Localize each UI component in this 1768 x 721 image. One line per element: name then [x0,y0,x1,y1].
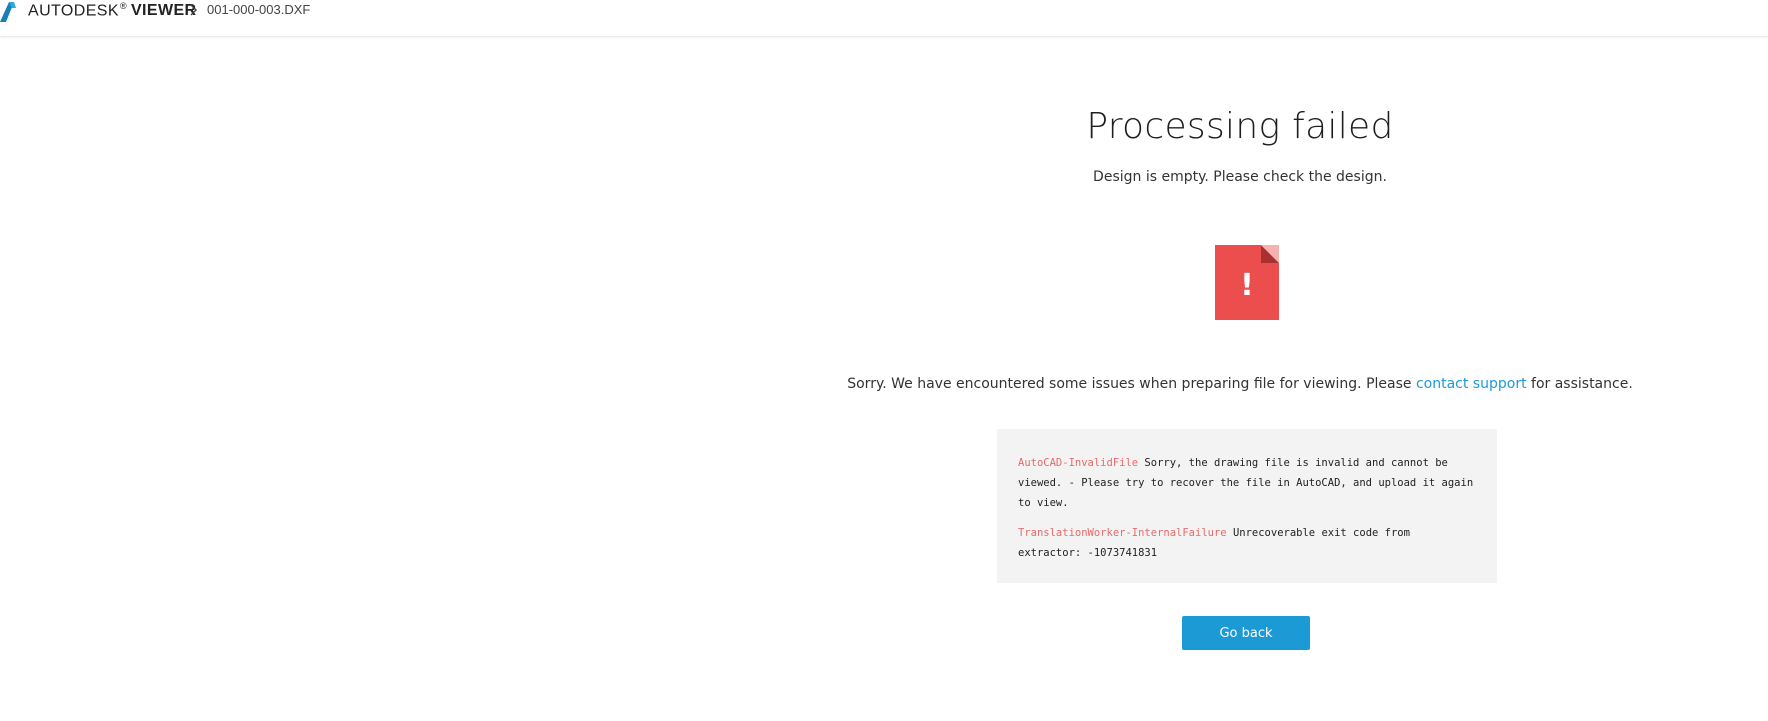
page-subtitle: Design is empty. Please check the design… [1093,169,1387,185]
chevron-right-icon [190,4,197,16]
brand-primary: AUTODESK [28,2,119,20]
app-brand[interactable]: AUTODESK® VIEWER [28,1,197,20]
top-bar: AUTODESK® VIEWER 001-000-003.DXF [0,0,1768,36]
error-detail-item: TranslationWorker-InternalFailure Unreco… [1018,523,1477,563]
brand-trademark: ® [119,1,127,11]
contact-support-link[interactable]: contact support [1416,376,1527,392]
error-code: TranslationWorker-InternalFailure [1018,527,1227,539]
error-symbol: ! [1240,268,1254,303]
go-back-button[interactable]: Go back [1182,616,1310,650]
error-description-text: Sorry. We have encountered some issues w… [847,376,1416,392]
autodesk-logo-icon[interactable] [0,2,16,22]
file-error-icon: ! [1215,245,1279,320]
breadcrumb-file-name: 001-000-003.DXF [207,2,311,17]
page-title: Processing failed [1086,106,1394,147]
error-detail-item: AutoCAD-InvalidFile Sorry, the drawing f… [1018,453,1477,513]
error-description: Sorry. We have encountered some issues w… [840,376,1640,392]
error-details-box: AutoCAD-InvalidFile Sorry, the drawing f… [997,429,1497,583]
brand-secondary: VIEWER [130,2,197,20]
error-code: AutoCAD-InvalidFile [1018,457,1139,469]
error-description-tail: for assistance. [1526,376,1633,392]
